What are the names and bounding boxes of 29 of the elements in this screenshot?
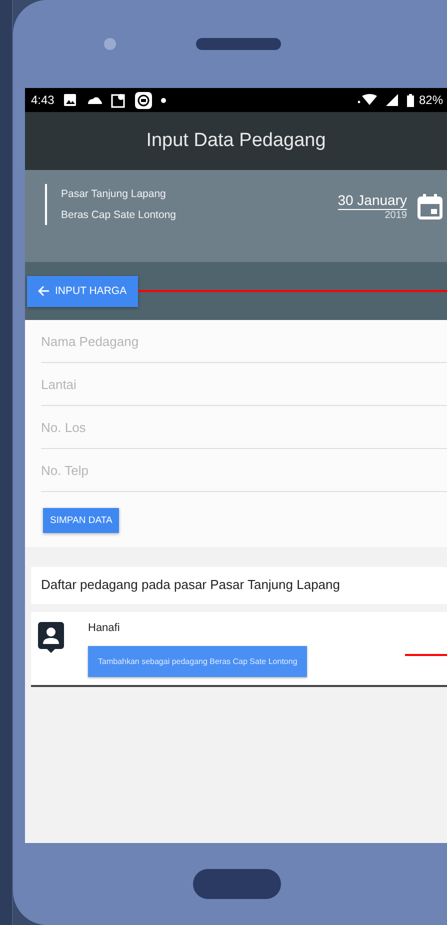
- calendar-icon[interactable]: [417, 194, 443, 220]
- arrow-left-icon: [38, 286, 49, 296]
- app-icon: [135, 92, 152, 108]
- wifi-icon: [356, 94, 377, 106]
- trader-name: Hanafi: [88, 622, 121, 634]
- input-field[interactable]: No. Telp: [41, 449, 447, 492]
- save-button[interactable]: SIMPAN DATA: [43, 508, 120, 533]
- person-icon: [38, 622, 64, 654]
- dot-icon: [161, 98, 166, 102]
- product-name: Beras Cap Sate Lontong: [61, 209, 176, 221]
- image-icon: [63, 93, 78, 107]
- battery-icon: [406, 94, 414, 106]
- home-button[interactable]: [193, 869, 281, 899]
- market-name: Pasar Tanjung Lapang: [61, 188, 167, 200]
- leader-line: [405, 654, 447, 656]
- signal-icon: [386, 94, 398, 106]
- date-text[interactable]: 30 January: [338, 192, 407, 210]
- battery-percentage: 82%: [418, 93, 443, 107]
- input-field[interactable]: Lantai: [41, 363, 447, 406]
- year-text: 2019: [384, 210, 407, 221]
- input-field[interactable]: Nama Pedagang: [41, 320, 447, 363]
- add-trader-button[interactable]: Tambahkan sebagai pedagang Beras Cap Sate Lontong: [88, 646, 308, 677]
- status-time: 4:43: [31, 93, 54, 107]
- list-heading: Daftar pedagang pada pasar Pasar Tanjung Lapang: [31, 567, 447, 604]
- input-field[interactable]: No. Los: [41, 406, 447, 449]
- cloud-icon: [86, 95, 102, 105]
- screen-title: Input Data Pedagang: [146, 130, 326, 152]
- back-button[interactable]: INPUT HARGA: [27, 276, 138, 306]
- camera-dot: [104, 38, 116, 50]
